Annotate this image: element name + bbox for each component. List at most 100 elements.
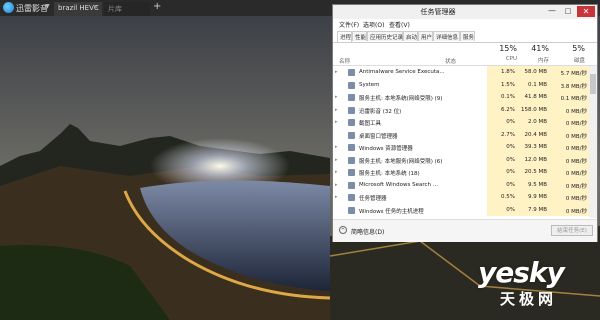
process-row[interactable]: ▸ Microsoft Windows Search ... 0% 9.5 MB 0 M…	[333, 178, 589, 191]
process-name: Windows 资源管理器	[359, 146, 413, 152]
expand-chevron-icon[interactable]: ▸	[335, 157, 338, 163]
process-cpu: 0%	[506, 181, 515, 188]
watermark-logo: yesky	[478, 256, 565, 289]
end-task-button[interactable]: 结束任务(E)	[551, 225, 593, 236]
scrollbar-thumb[interactable]	[590, 74, 596, 94]
chevron-up-icon[interactable]: ^	[339, 226, 347, 234]
process-disk: 0 MB/秒	[565, 146, 587, 152]
process-name: 任务管理器	[359, 196, 387, 202]
watermark-sub: 天极网	[500, 290, 558, 308]
tab-services[interactable]: 服务	[460, 31, 475, 41]
player-tab-video[interactable]: brazil HEVC ×	[54, 2, 102, 16]
minimize-button[interactable]: —	[545, 6, 559, 17]
process-row[interactable]: ▸ 任务管理器 0.5% 9.9 MB 0 MB/秒	[333, 191, 589, 204]
task-manager-window: 任务管理器 — □ ✕ 文件(F) 选项(O) 查看(V) 进程 性能 应用历史…	[332, 4, 598, 242]
tab-app-history[interactable]: 应用历史记录	[367, 31, 403, 41]
process-name: 服务主机: 本地服务(网络受限) (6)	[359, 158, 443, 165]
process-memory: 0.1 MB	[527, 81, 547, 88]
close-icon[interactable]: ×	[93, 3, 99, 11]
process-cpu: 2.7%	[501, 131, 515, 138]
process-cpu: 6.2%	[501, 106, 515, 113]
disk-total[interactable]: 5%	[551, 44, 585, 53]
process-disk: 0 MB/秒	[565, 133, 587, 140]
process-row[interactable]: ▸ 截图工具 0% 2.0 MB 0 MB/秒	[333, 116, 589, 129]
process-row[interactable]: System 1.5% 0.1 MB 3.8 MB/秒	[333, 78, 589, 91]
expand-chevron-icon[interactable]: ▸	[335, 182, 338, 188]
process-name: 迅雷影音 (32 位)	[359, 108, 402, 115]
process-cpu: 0%	[506, 156, 515, 163]
menu-file[interactable]: 文件(F)	[339, 20, 359, 29]
close-button[interactable]: ✕	[577, 6, 595, 17]
column-disk[interactable]: 磁盘	[551, 56, 585, 64]
process-disk: 0.1 MB/秒	[560, 96, 587, 102]
tab-details[interactable]: 详细信息	[433, 31, 460, 41]
process-disk: 0 MB/秒	[565, 158, 587, 165]
process-cpu: 0%	[506, 119, 515, 125]
process-disk: 0 MB/秒	[565, 108, 587, 115]
column-name[interactable]: 名称	[339, 57, 350, 65]
process-name: 服务主机: 本地系统(网络受限) (9)	[359, 96, 443, 102]
column-status[interactable]: 状态	[445, 57, 456, 65]
expand-chevron-icon[interactable]: ▸	[335, 94, 338, 100]
fewer-details-link[interactable]: 简略信息(D)	[351, 227, 384, 236]
player-tab-library[interactable]: 片库	[104, 2, 150, 16]
title-bar[interactable]: 任务管理器 — □ ✕	[333, 5, 597, 19]
process-row[interactable]: ▸ Antimalware Service Executa... 1.8% 58.0 …	[333, 66, 589, 79]
process-memory: 2.0 MB	[527, 119, 547, 125]
process-disk: 3.8 MB/秒	[560, 83, 587, 90]
process-disk: 0 MB/秒	[565, 171, 587, 177]
chevron-down-icon[interactable]: ▼	[45, 3, 50, 10]
process-row[interactable]: ▸ 服务主机: 本地服务(网络受限) (6) 0% 12.0 MB 0 MB/秒	[333, 153, 589, 166]
tab-processes[interactable]: 进程	[337, 31, 352, 42]
column-cpu[interactable]: CPU	[487, 56, 517, 62]
process-memory: 9.5 MB	[527, 181, 547, 188]
process-name: 服务主机: 本地系统 (18)	[359, 171, 420, 177]
menu-view[interactable]: 查看(V)	[389, 20, 410, 29]
process-disk: 5.7 MB/秒	[560, 71, 587, 77]
expand-chevron-icon[interactable]: ▸	[335, 169, 338, 175]
cpu-total[interactable]: 15%	[487, 44, 517, 53]
expand-chevron-icon[interactable]: ▸	[335, 144, 338, 150]
process-disk: 0 MB/秒	[565, 121, 587, 127]
column-headers: 名称 状态 15% CPU 41% 内存 5% 磁盘	[333, 43, 597, 66]
process-memory: 58.0 MB	[524, 69, 547, 75]
tab-startup[interactable]: 启动	[403, 31, 418, 41]
process-cpu: 0.5%	[501, 194, 515, 200]
process-row[interactable]: Windows 任务的主机进程 0% 7.9 MB 0 MB/秒	[333, 203, 589, 216]
scrollbar[interactable]	[589, 66, 597, 218]
process-row[interactable]: ▸ Windows 资源管理器 0% 39.3 MB 0 MB/秒	[333, 141, 589, 154]
process-memory: 12.0 MB	[524, 156, 547, 163]
memory-total[interactable]: 41%	[519, 44, 549, 53]
column-memory[interactable]: 内存	[519, 56, 549, 64]
menu-bar: 文件(F) 选项(O) 查看(V)	[333, 19, 597, 30]
expand-chevron-icon[interactable]: ▸	[335, 107, 338, 113]
process-name: Windows 任务的主机进程	[359, 208, 424, 215]
add-tab-button[interactable]: +	[153, 1, 161, 12]
process-memory: 7.9 MB	[527, 206, 547, 213]
expand-chevron-icon[interactable]: ▸	[335, 119, 338, 125]
menu-options[interactable]: 选项(O)	[363, 20, 384, 29]
process-row[interactable]: ▸ 服务主机: 本地系统 (18) 0% 20.5 MB 0 MB/秒	[333, 166, 589, 179]
process-cpu: 1.8%	[501, 69, 515, 75]
process-memory: 41.8 MB	[524, 94, 547, 100]
player-app-name[interactable]: 迅雷影音	[16, 3, 48, 14]
process-cpu: 0%	[506, 169, 515, 175]
window-title: 任务管理器	[420, 8, 456, 16]
player-logo-icon[interactable]	[3, 2, 14, 13]
maximize-button[interactable]: □	[561, 6, 575, 17]
process-name: 截图工具	[359, 121, 382, 127]
process-row[interactable]: 桌面窗口管理器 2.7% 20.4 MB 0 MB/秒	[333, 128, 589, 141]
process-row[interactable]: ▸ 服务主机: 本地系统(网络受限) (9) 0.1% 41.8 MB 0.1 MB/秒	[333, 91, 589, 104]
process-icon	[348, 156, 355, 164]
tab-performance[interactable]: 性能	[352, 31, 367, 41]
process-name: System	[359, 81, 380, 88]
expand-chevron-icon[interactable]: ▸	[335, 69, 338, 75]
expand-chevron-icon[interactable]: ▸	[335, 194, 338, 200]
process-name: Antimalware Service Executa...	[359, 69, 445, 75]
process-icon	[348, 144, 355, 151]
tab-users[interactable]: 用户	[418, 31, 433, 41]
process-cpu: 0.1%	[501, 94, 515, 100]
process-cpu: 0%	[506, 144, 515, 150]
process-row[interactable]: ▸ 迅雷影音 (32 位) 6.2% 158.0 MB 0 MB/秒	[333, 103, 589, 116]
process-memory: 20.4 MB	[524, 131, 547, 138]
